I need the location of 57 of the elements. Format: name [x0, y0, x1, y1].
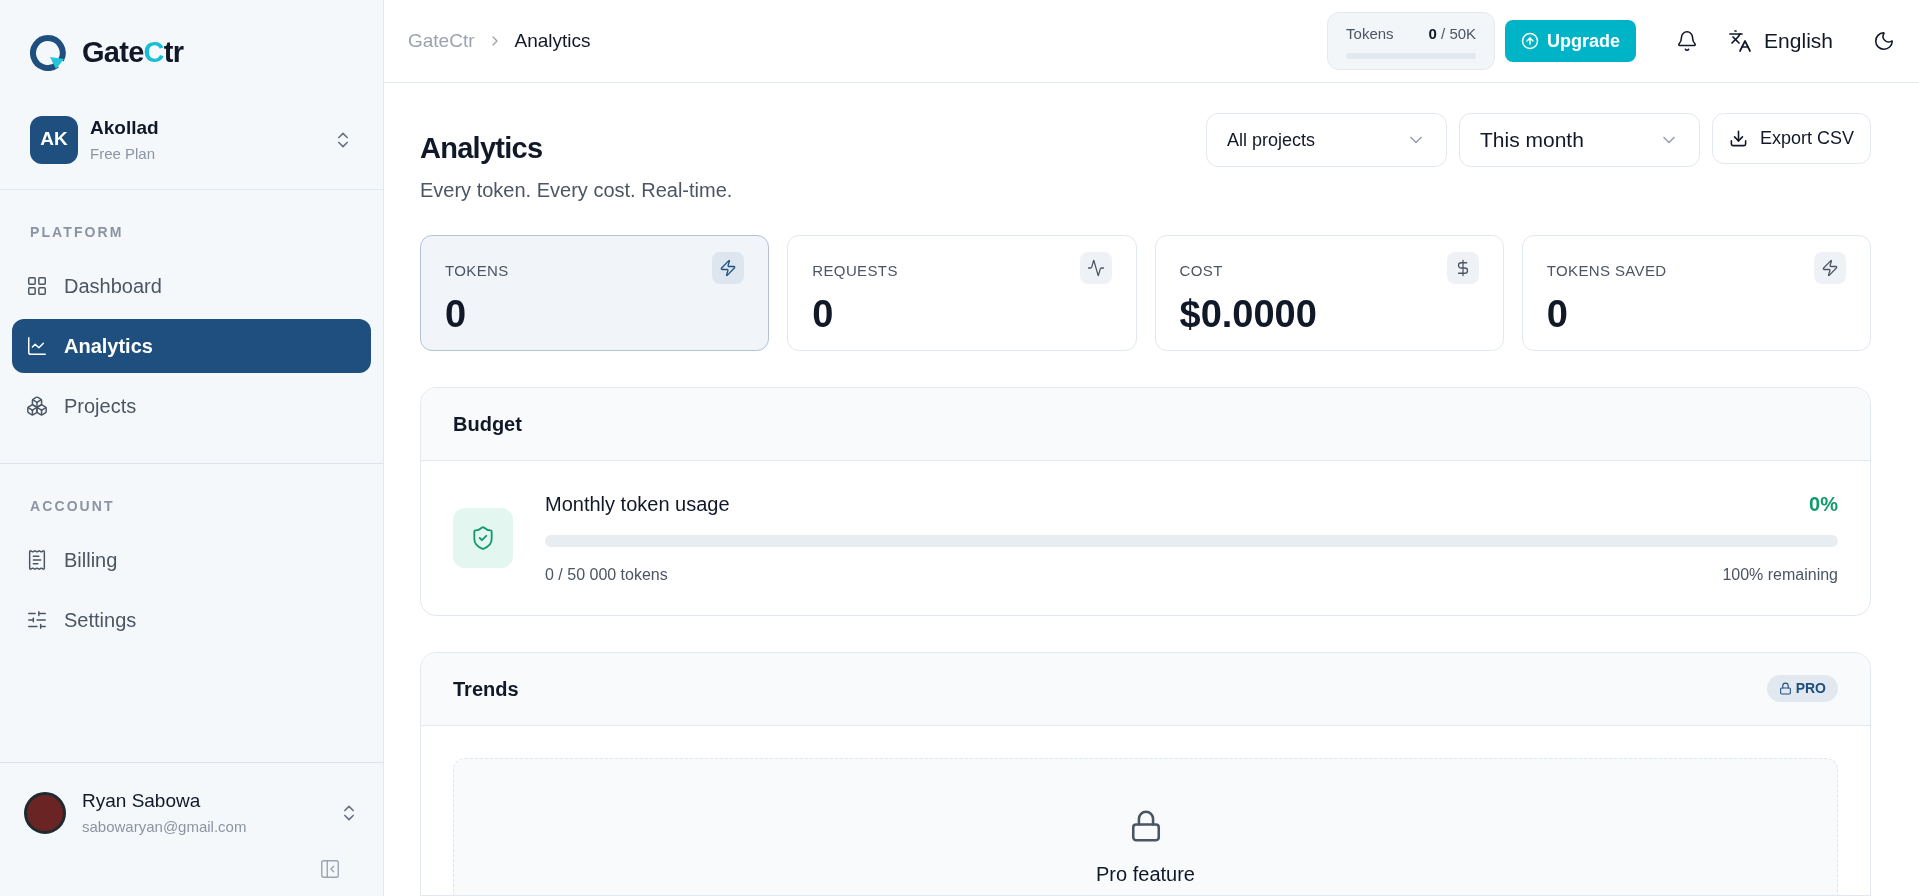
budget-remaining: 100% remaining	[1722, 564, 1838, 585]
dollar-icon	[1446, 251, 1479, 284]
download-icon	[1728, 129, 1748, 148]
nav-item[interactable]: Dashboard	[12, 259, 371, 313]
filter-dropdown[interactable]: This month	[1458, 113, 1700, 167]
budget-label: Monthly token usage	[545, 491, 730, 517]
nav-item[interactable]: Billing	[12, 533, 371, 587]
arrow-up-circle-icon	[1521, 32, 1540, 50]
page-subtitle: Every token. Every cost. Real-time.	[420, 177, 734, 203]
user-email: sabowaryan@gmail.com	[82, 816, 248, 837]
section-heading: PLATFORM	[29, 223, 125, 242]
stat-value: 0	[812, 291, 835, 337]
shield-check-icon	[453, 507, 513, 568]
translate-icon	[1728, 29, 1753, 53]
pulse-icon	[1079, 251, 1112, 284]
nav-item[interactable]: Settings	[12, 593, 371, 647]
nav-item[interactable]: Analytics	[12, 319, 371, 373]
nav-item[interactable]: Projects	[12, 379, 371, 433]
workspace-avatar: AK	[30, 115, 78, 164]
stat-value: 0	[1546, 291, 1569, 337]
filter-dropdown[interactable]: All projects	[1205, 113, 1447, 167]
section-heading: ACCOUNT	[29, 497, 116, 516]
collapse-sidebar-icon[interactable]	[319, 858, 341, 880]
stat-label: TOKENS SAVED	[1546, 260, 1667, 281]
boxes-icon	[26, 395, 48, 417]
logo-icon	[30, 35, 66, 71]
line-chart-icon	[26, 335, 48, 357]
trends-title: Trends	[453, 676, 519, 702]
breadcrumb-current: Analytics	[514, 28, 591, 53]
sliders-icon	[26, 609, 48, 631]
lock-icon	[1778, 682, 1792, 695]
budget-percent: 0%	[1809, 491, 1838, 517]
page-title: Analytics	[420, 131, 544, 166]
user-avatar	[24, 791, 66, 834]
receipt-icon	[26, 549, 48, 571]
language-button[interactable]: English	[1728, 25, 1833, 57]
locked-title: Pro feature	[1096, 861, 1195, 887]
export-button[interactable]: Export CSV	[1711, 113, 1871, 164]
budget-usage: 0 / 50 000 tokens	[545, 564, 668, 585]
notification-icon[interactable]	[1676, 30, 1699, 52]
lightning-icon	[712, 251, 745, 284]
stat-value: 0	[445, 291, 468, 337]
moon-icon[interactable]	[1873, 30, 1895, 52]
stat-label: COST	[1179, 260, 1223, 281]
workspace-name: Akollad	[90, 116, 160, 140]
budget-title: Budget	[453, 411, 522, 437]
token-meter-count: 0 / 50K	[1428, 23, 1477, 44]
user-name: Ryan Sabowa	[82, 789, 202, 813]
token-meter-label: Tokens	[1346, 23, 1394, 44]
stat-value: $0.0000	[1179, 291, 1318, 337]
brand-name: GateCtr	[82, 35, 184, 71]
lightning-icon	[1814, 251, 1846, 284]
stat-label: TOKENS	[445, 260, 509, 281]
workspace-plan: Free Plan	[90, 143, 157, 164]
stat-label: REQUESTS	[812, 260, 898, 281]
pro-badge: PRO	[1766, 675, 1838, 702]
grid-icon	[26, 275, 48, 297]
